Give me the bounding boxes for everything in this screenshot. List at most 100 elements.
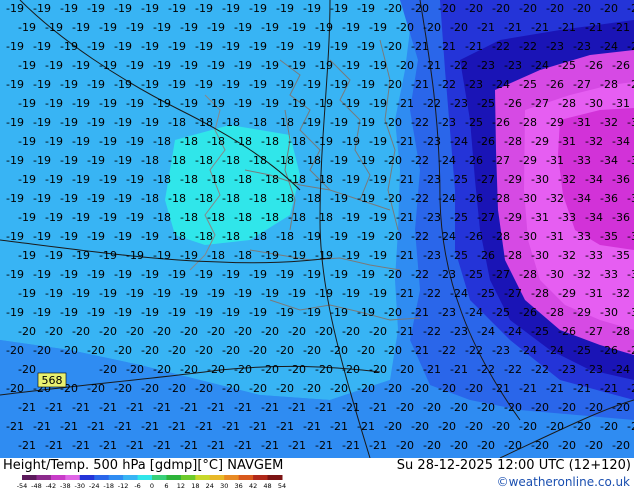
scale-label: -30 [74,482,85,489]
temperature-label: -28 [612,325,630,338]
temperature-label: -23 [438,116,456,129]
temperature-label: -24 [477,325,495,338]
scale-label: 42 [249,482,257,489]
temperature-label: -21 [411,344,429,357]
temperature-label: -19 [72,135,90,148]
temperature-label: -19 [234,287,252,300]
temperature-label: -20 [384,40,402,53]
temperature-label: -20 [357,344,375,357]
temperature-label: -19 [18,59,36,72]
temperature-label: -35 [600,230,618,243]
temperature-label: -20 [396,59,414,72]
temperature-label: -20 [342,363,360,376]
temperature-label: -20 [519,2,537,15]
temperature-label: -19 [180,59,198,72]
temperature-label: -25 [519,78,537,91]
valid-time: Su 28-12-2025 12:00 UTC (12+120) [396,458,631,473]
temperature-label: -21 [276,420,294,433]
temperature-label: -20 [87,344,105,357]
temperature-label: -20 [195,344,213,357]
temperature-label: -24 [438,230,456,243]
temperature-label: -21 [423,59,441,72]
temperature-label: -20 [207,325,225,338]
temperature-label: -19 [126,59,144,72]
temperature-label: -25 [450,211,468,224]
temperature-label: -19 [222,78,240,91]
temperature-label: -20 [249,344,267,357]
temperature-label: -18 [195,154,213,167]
temperature-label: -19 [342,59,360,72]
temperature-label: -19 [126,21,144,34]
temperature-label: -21 [72,401,90,414]
temperature-label: -33 [558,211,576,224]
temperature-label: -19 [126,97,144,110]
temperature-label: -21 [18,439,36,452]
temperature-label: -18 [153,135,171,148]
temperature-label: -19 [33,40,51,53]
temperature-label: -21 [180,439,198,452]
temperature-label: -19 [60,192,78,205]
temperature-label: -26 [546,78,564,91]
temperature-label: -21 [234,401,252,414]
temperature-label: -21 [396,211,414,224]
scale-label: 24 [206,482,214,489]
temperature-label: -20 [585,439,603,452]
temperature-label: -23 [423,135,441,148]
temperature-label: -19 [6,78,24,91]
temperature-label: -18 [222,230,240,243]
temperature-label: -32 [600,116,618,129]
temperature-label: -19 [33,268,51,281]
temperature-label: -19 [72,287,90,300]
temperature-label: -28 [492,192,510,205]
temperature-label: -22 [411,268,429,281]
temperature-label: -20 [276,382,294,395]
temperature-label: -30 [600,306,618,319]
temperature-label: -36 [627,154,634,167]
temperature-label: -20 [384,306,402,319]
temperature-label: -21 [519,382,537,395]
temperature-label: -20 [438,382,456,395]
temperature-label: -20 [546,2,564,15]
credit-link[interactable]: ©weatheronline.co.uk [497,475,630,489]
temperature-label: -19 [72,173,90,186]
temperature-label: -21 [153,401,171,414]
temperature-label: -18 [276,192,294,205]
temperature-label: -21 [315,439,333,452]
temperature-label: -19 [87,116,105,129]
scale-swatch [209,475,225,480]
temperature-label: -19 [87,268,105,281]
temperature-label: -24 [519,344,537,357]
temperature-label: -20 [384,382,402,395]
temperature-label: -29 [558,287,576,300]
temperature-label: -19 [357,154,375,167]
temperature-label: -20 [573,2,591,15]
temperature-label: -23 [558,363,576,376]
temperature-label: -25 [450,173,468,186]
temperature-label: -19 [18,287,36,300]
temperature-label: -19 [342,173,360,186]
temperature-label: -19 [222,268,240,281]
temperature-label: -20 [531,401,549,414]
temperature-label: -21 [438,40,456,53]
temperature-label: -26 [465,192,483,205]
temperature-label: -24 [600,40,618,53]
temperature-label: -19 [153,59,171,72]
temperature-label: -19 [141,230,159,243]
temperature-label: -25 [465,268,483,281]
temperature-label: -21 [288,439,306,452]
temperature-label: -28 [504,249,522,262]
temperature-label: -19 [60,230,78,243]
temperature-label: -19 [126,211,144,224]
temperature-label: -19 [153,287,171,300]
height-label: 568 [42,374,63,387]
temperature-label: -24 [546,344,564,357]
temperature-label: -18 [261,211,279,224]
temperature-label: -21 [87,420,105,433]
temperature-label: -18 [315,211,333,224]
temperature-label: -19 [6,40,24,53]
temperature-label: -19 [369,173,387,186]
temperature-label: -21 [600,382,618,395]
temperature-label: -23 [477,59,495,72]
scale-label: 30 [220,482,228,489]
scale-label: 54 [278,482,286,489]
